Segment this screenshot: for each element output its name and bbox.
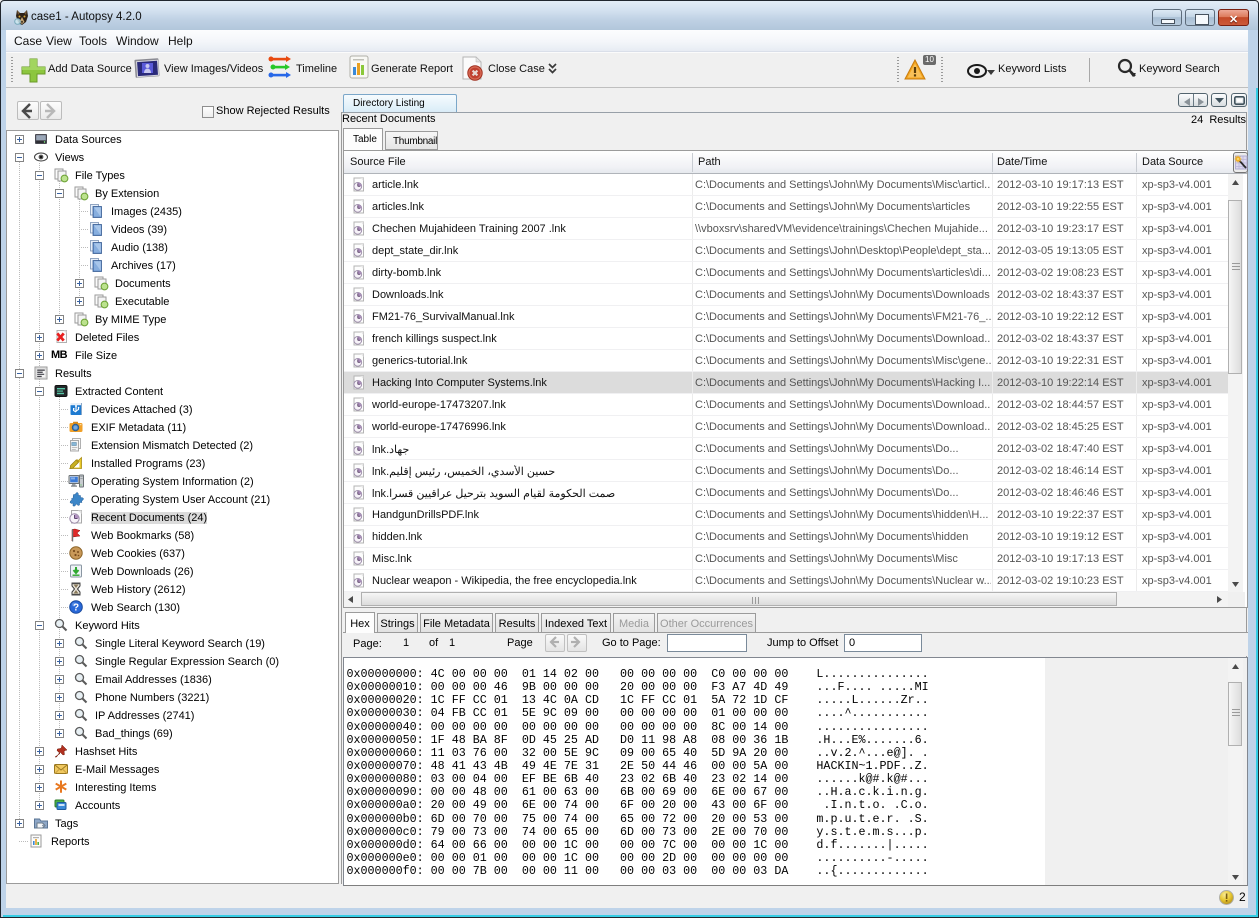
svg-text:?: ?	[73, 603, 79, 614]
